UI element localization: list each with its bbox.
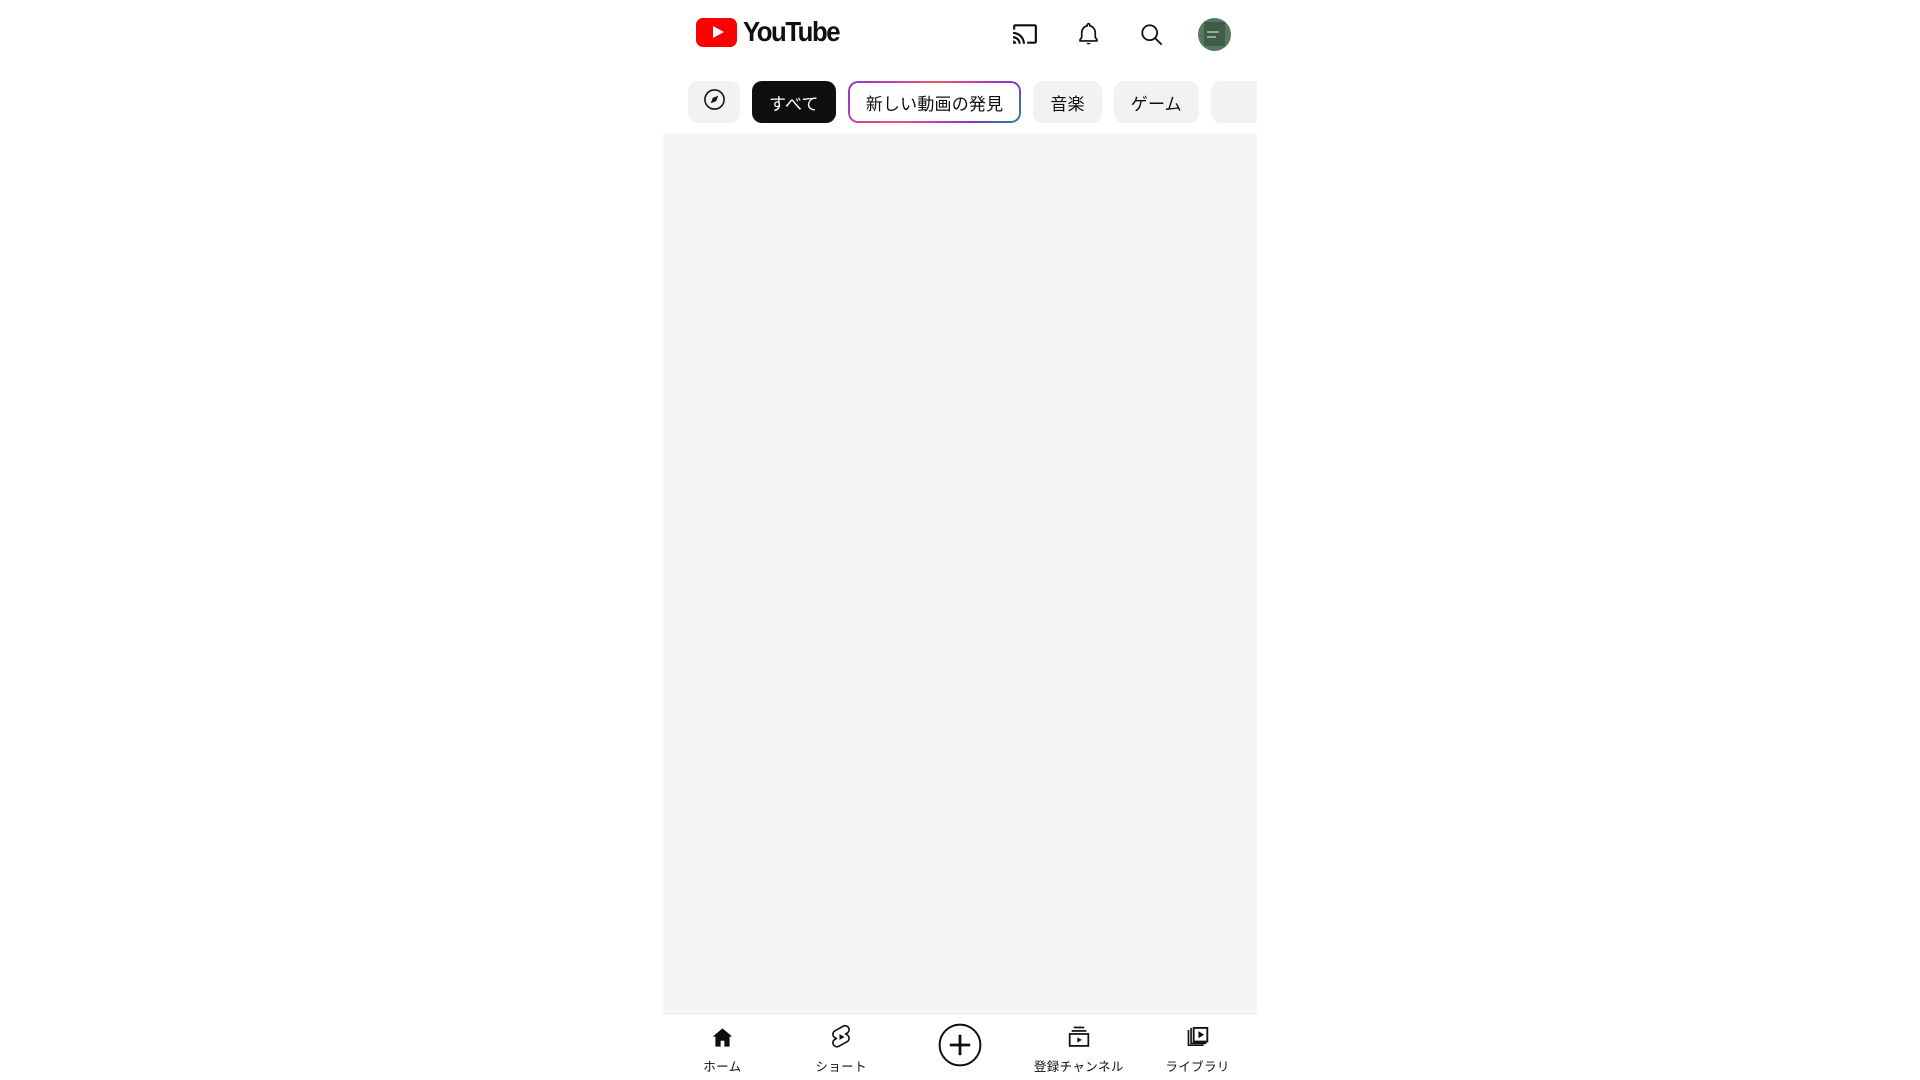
youtube-wordmark: YouTube xyxy=(743,16,841,47)
bottom-navigation-bar: ホーム ショート 登録チャンネル ライブラリ xyxy=(663,1013,1257,1080)
shorts-icon xyxy=(828,1023,854,1051)
bell-icon[interactable] xyxy=(1065,11,1111,57)
nav-label-home: ホーム xyxy=(703,1059,742,1074)
chip-all[interactable]: すべて xyxy=(752,81,836,123)
cast-icon[interactable] xyxy=(1002,11,1048,57)
chip-music[interactable]: 音楽 xyxy=(1033,81,1102,123)
nav-label-subscriptions: 登録チャンネル xyxy=(1033,1059,1124,1074)
nav-item-subscriptions[interactable]: 登録チャンネル xyxy=(1023,1014,1135,1080)
chip-games[interactable]: ゲーム xyxy=(1113,81,1199,123)
search-icon[interactable] xyxy=(1128,11,1174,57)
main-content-area xyxy=(663,133,1257,1013)
avatar[interactable] xyxy=(1191,11,1237,57)
nav-label-library: ライブラリ xyxy=(1165,1059,1230,1074)
chip-explore[interactable] xyxy=(688,81,740,123)
plus-circle-icon xyxy=(937,1023,983,1067)
chip-discover-label: 新しい動画の発見 xyxy=(865,94,1004,115)
phone-viewport: YouTube すべて 新しい動画の発見 音楽 ゲーム ホーム ショート 登録チ… xyxy=(663,0,1257,1080)
nav-label-shorts: ショート xyxy=(815,1059,867,1074)
nav-item-create[interactable] xyxy=(904,1014,1016,1080)
home-icon xyxy=(710,1023,735,1051)
compass-icon xyxy=(702,87,727,117)
chip-discover-new-videos[interactable]: 新しい動画の発見 xyxy=(847,81,1022,123)
app-bar: YouTube xyxy=(663,0,1257,70)
youtube-logo[interactable]: YouTube xyxy=(696,16,847,48)
youtube-play-icon xyxy=(696,17,737,47)
category-chips-row[interactable]: すべて 新しい動画の発見 音楽 ゲーム xyxy=(663,71,1257,133)
nav-item-shorts[interactable]: ショート xyxy=(785,1014,897,1080)
chip-clipped[interactable] xyxy=(1210,81,1257,123)
nav-item-home[interactable]: ホーム xyxy=(666,1014,778,1080)
subscriptions-icon xyxy=(1066,1023,1092,1051)
avatar-image xyxy=(1197,17,1231,51)
nav-item-library[interactable]: ライブラリ xyxy=(1142,1014,1254,1080)
library-icon xyxy=(1185,1023,1211,1051)
header-icon-row xyxy=(1002,11,1237,57)
